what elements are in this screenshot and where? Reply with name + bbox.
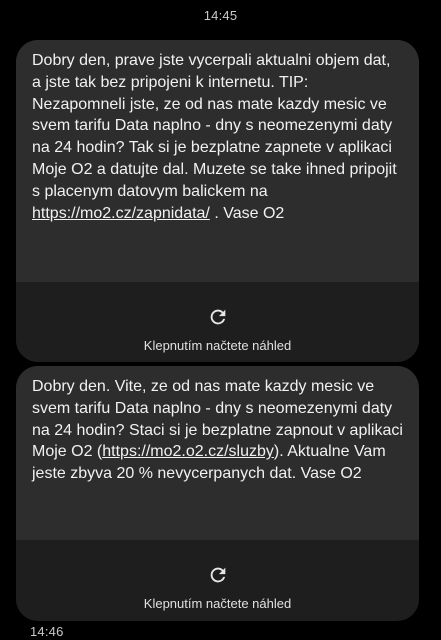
reload-icon [210, 567, 225, 583]
reload-icon [210, 309, 225, 325]
message-2-link[interactable]: https://mo2.o2.cz/sluzby [102, 443, 274, 460]
message-bubble-2[interactable]: Dobry den. Vite, ze od nas mate kazdy me… [16, 366, 419, 621]
timestamp-top: 14:45 [203, 8, 238, 23]
message-1-text-before-link: Dobry den, prave jste vycerpali aktualni… [32, 52, 397, 200]
message-bubble-1[interactable]: Dobry den, prave jste vycerpali aktualni… [16, 40, 419, 362]
message-text-2: Dobry den. Vite, ze od nas mate kazdy me… [16, 366, 419, 540]
tap-to-load-preview-label: Klepnutím načtete náhled [143, 338, 292, 353]
tap-to-load-preview-label: Klepnutím načtete náhled [143, 596, 292, 611]
link-preview-1[interactable]: Klepnutím načtete náhled [16, 282, 419, 362]
timestamp-bottom: 14:46 [30, 624, 64, 639]
message-1-text-after-link: . Vase O2 [209, 204, 285, 222]
link-preview-2[interactable]: Klepnutím načtete náhled [16, 540, 419, 620]
message-text-1: Dobry den, prave jste vycerpali aktualni… [16, 40, 419, 282]
message-1-link[interactable]: https://mo2.cz/zapnidata/ [32, 205, 210, 222]
